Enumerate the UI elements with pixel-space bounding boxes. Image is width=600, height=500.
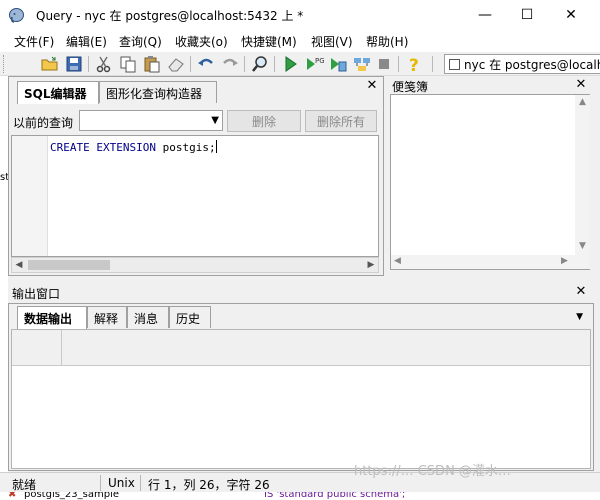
line-ending-indicator: Unix bbox=[108, 476, 135, 490]
query-tab-strip: SQL编辑器 图形化查询构造器 bbox=[11, 81, 367, 104]
output-window-close-icon[interactable]: ✕ bbox=[574, 285, 588, 299]
menu-bar: 文件(F) 编辑(E) 查询(Q) 收藏夹(o) 快捷键(M) 视图(V) 帮助… bbox=[0, 30, 600, 52]
find-icon[interactable] bbox=[250, 54, 270, 74]
tab-data-output[interactable]: 数据输出 bbox=[17, 306, 87, 329]
sql-keyword: EXTENSION bbox=[96, 141, 156, 154]
delete-all-button[interactable]: 删除所有 bbox=[305, 110, 377, 132]
output-window-title: 输出窗口 bbox=[12, 287, 61, 301]
execute-query-icon[interactable] bbox=[280, 54, 300, 74]
toolbar-grip[interactable] bbox=[3, 55, 6, 73]
eraser-icon[interactable] bbox=[166, 54, 186, 74]
scratch-pad-textarea[interactable]: ▲ ▼ ◀ ▶ bbox=[390, 94, 590, 270]
previous-queries-select[interactable]: ▼ bbox=[79, 110, 223, 131]
toolbar-separator bbox=[432, 56, 433, 72]
scroll-up-icon[interactable]: ▲ bbox=[579, 97, 586, 107]
execute-to-file-icon[interactable] bbox=[328, 54, 348, 74]
previous-queries-label: 以前的查询 bbox=[13, 116, 74, 130]
cursor-position: 行 1，列 26，字符 26 bbox=[148, 478, 270, 492]
menu-favorites[interactable]: 收藏夹(o) bbox=[175, 33, 228, 50]
sql-editor[interactable]: CREATE EXTENSION postgis; bbox=[11, 135, 379, 257]
status-separator bbox=[140, 475, 141, 491]
tab-history[interactable]: 历史 bbox=[169, 306, 211, 328]
minimize-button[interactable]: — bbox=[462, 0, 508, 30]
menu-query[interactable]: 查询(Q) bbox=[119, 33, 162, 50]
maximize-button[interactable]: ☐ bbox=[504, 0, 550, 30]
menu-file[interactable]: 文件(F) bbox=[14, 33, 54, 50]
svg-text:?: ? bbox=[409, 56, 419, 74]
menu-help[interactable]: 帮助(H) bbox=[366, 33, 408, 50]
tab-explain[interactable]: 解释 bbox=[87, 306, 127, 328]
query-panel: SQL编辑器 图形化查询构造器 ✕ 以前的查询 ▼ 删除 删除所有 CREATE… bbox=[8, 76, 384, 276]
scratch-pad-panel: 便笺簿 ✕ ▲ ▼ ◀ ▶ bbox=[388, 76, 594, 276]
watermark: https://… CSDN @灌水… bbox=[354, 464, 511, 479]
status-separator bbox=[100, 475, 101, 491]
connection-select[interactable]: nyc 在 postgres@localhost:5432 bbox=[444, 54, 600, 74]
menu-shortcuts[interactable]: 快捷键(M) bbox=[241, 33, 297, 50]
grid-corner bbox=[12, 330, 62, 366]
tab-messages[interactable]: 消息 bbox=[127, 306, 169, 328]
menu-view[interactable]: 视图(V) bbox=[311, 33, 353, 50]
output-tab-strip: 数据输出 解释 消息 历史 ▼ bbox=[11, 306, 591, 329]
background-window-fragment: ✖ postgis_23_sample IS 'standard public … bbox=[0, 492, 600, 500]
connection-checkbox[interactable] bbox=[449, 58, 460, 70]
output-window-header: 输出窗口 ✕ bbox=[8, 283, 594, 301]
paste-icon[interactable] bbox=[142, 54, 162, 74]
tab-graphical-query-builder[interactable]: 图形化查询构造器 bbox=[99, 81, 217, 103]
code-line: CREATE EXTENSION postgis; bbox=[50, 140, 217, 154]
error-icon: ✖ bbox=[8, 492, 17, 500]
window-title: Query - nyc 在 postgres@localhost:5432 上 … bbox=[36, 9, 304, 23]
delete-button[interactable]: 删除 bbox=[227, 110, 301, 132]
scratch-pad-vertical-scrollbar[interactable]: ▲ ▼ bbox=[575, 95, 590, 269]
query-panel-close-icon[interactable]: ✕ bbox=[365, 79, 379, 93]
sql-identifier: postgis; bbox=[162, 141, 216, 154]
toolbar-separator bbox=[398, 56, 399, 72]
sql-keyword: CREATE bbox=[50, 141, 90, 154]
toolbar-separator bbox=[190, 56, 191, 72]
data-output-grid[interactable] bbox=[11, 329, 591, 469]
scroll-left-icon[interactable]: ◀ bbox=[394, 256, 401, 266]
cancel-query-icon[interactable] bbox=[374, 54, 394, 74]
open-file-icon[interactable] bbox=[40, 54, 60, 74]
background-text-fragment: IS 'standard public schema'; bbox=[264, 492, 406, 500]
copy-icon[interactable] bbox=[118, 54, 138, 74]
grid-column-header bbox=[62, 330, 590, 366]
background-text-fragment: st bbox=[0, 172, 8, 183]
toolbar-separator bbox=[244, 56, 245, 72]
undo-icon[interactable] bbox=[196, 54, 216, 74]
scratch-pad-close-icon[interactable]: ✕ bbox=[574, 78, 588, 92]
editor-gutter bbox=[12, 136, 48, 256]
background-window-strip: st bbox=[0, 76, 8, 472]
pgadmin-elephant-icon bbox=[9, 8, 24, 23]
help-icon[interactable]: ? bbox=[404, 54, 424, 76]
scratch-pad-horizontal-scrollbar[interactable]: ◀ ▶ bbox=[391, 255, 575, 269]
scroll-down-icon[interactable]: ▼ bbox=[579, 241, 586, 251]
cut-icon[interactable] bbox=[94, 54, 114, 74]
explain-query-icon[interactable] bbox=[352, 54, 372, 74]
scratch-pad-title: 便笺簿 bbox=[392, 80, 429, 94]
output-panel: 数据输出 解释 消息 历史 ▼ bbox=[8, 303, 594, 471]
scroll-right-icon[interactable]: ▶ bbox=[364, 258, 378, 272]
save-icon[interactable] bbox=[64, 54, 84, 74]
execute-pgscript-icon[interactable]: PG bbox=[304, 54, 325, 74]
previous-queries-row: 以前的查询 ▼ 删除 删除所有 bbox=[11, 110, 381, 132]
scroll-right-icon[interactable]: ▶ bbox=[561, 256, 568, 266]
toolbar-separator bbox=[274, 56, 275, 72]
text-caret bbox=[215, 140, 217, 153]
status-text: 就绪 bbox=[12, 478, 37, 492]
connection-label: nyc 在 postgres@localhost:5432 bbox=[464, 57, 600, 72]
redo-icon[interactable] bbox=[220, 54, 240, 74]
tab-list-dropdown-icon[interactable]: ▼ bbox=[576, 312, 583, 322]
svg-text:PG: PG bbox=[315, 57, 324, 65]
tab-sql-editor[interactable]: SQL编辑器 bbox=[17, 81, 99, 104]
close-window-button[interactable]: ✕ bbox=[548, 0, 594, 30]
scrollbar-thumb[interactable] bbox=[28, 260, 110, 270]
scratch-pad-header: 便笺簿 ✕ bbox=[388, 76, 594, 95]
title-bar: Query - nyc 在 postgres@localhost:5432 上 … bbox=[0, 0, 600, 30]
scroll-left-icon[interactable]: ◀ bbox=[12, 258, 26, 272]
menu-edit[interactable]: 编辑(E) bbox=[66, 33, 107, 50]
toolbar-separator bbox=[88, 56, 89, 72]
editor-horizontal-scrollbar[interactable]: ◀ ▶ bbox=[11, 257, 379, 273]
chevron-down-icon: ▼ bbox=[211, 115, 219, 126]
background-text-fragment: postgis_23_sample bbox=[24, 492, 120, 500]
